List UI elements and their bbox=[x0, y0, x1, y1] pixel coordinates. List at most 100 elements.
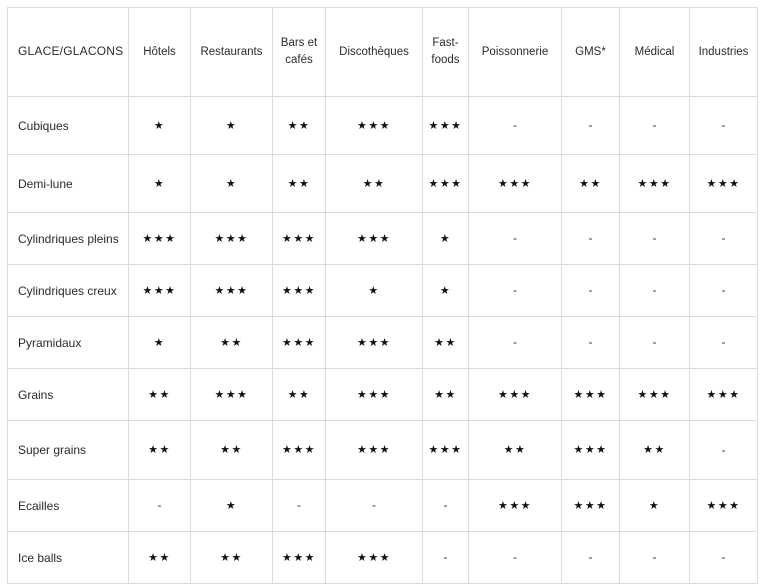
rating-cell: ★★★ bbox=[619, 154, 690, 213]
star-rating: ★★★ bbox=[214, 284, 249, 297]
rating-cell: - bbox=[689, 264, 758, 317]
table-row: Pyramidaux ★ ★★ ★★★ ★★★ ★★ - - - - bbox=[7, 316, 758, 369]
no-rating-marker: - bbox=[652, 118, 657, 132]
rating-cell: ★★★ bbox=[325, 96, 423, 155]
rating-cell: - bbox=[468, 212, 562, 265]
star-rating: ★★ bbox=[287, 388, 311, 401]
rating-cell: - bbox=[689, 420, 758, 480]
rating-cell: - bbox=[468, 96, 562, 155]
table-row: Cubiques ★ ★ ★★ ★★★ ★★★ - - - - bbox=[7, 96, 758, 155]
rating-cell: ★ bbox=[190, 479, 273, 532]
star-rating: ★★★ bbox=[428, 177, 463, 190]
star-rating: ★ bbox=[225, 499, 238, 512]
rating-cell: - bbox=[619, 264, 690, 317]
star-rating: ★★ bbox=[148, 444, 171, 456]
rating-cell: ★★ bbox=[272, 368, 326, 421]
rating-cell: ★★★ bbox=[561, 479, 620, 532]
rating-cell: ★★ bbox=[128, 531, 191, 584]
table-row: Ice balls ★★ ★★ ★★★ ★★★ - - - - - bbox=[7, 531, 758, 584]
star-rating: ★★ bbox=[434, 388, 457, 401]
star-rating: ★ bbox=[225, 119, 238, 132]
row-label: Cubiques bbox=[7, 96, 129, 155]
star-rating: ★★★ bbox=[497, 177, 533, 190]
rating-cell: ★★ bbox=[561, 154, 620, 213]
star-rating: ★ bbox=[368, 284, 380, 297]
star-rating: ★★★ bbox=[356, 336, 392, 349]
no-rating-marker: - bbox=[372, 498, 376, 512]
rating-cell: ★★ bbox=[190, 316, 273, 369]
header-col-bars-et-cafes: Bars et cafés bbox=[272, 7, 326, 97]
no-rating-marker: - bbox=[157, 498, 162, 512]
rating-cell: - bbox=[689, 212, 758, 265]
rating-cell: ★★ bbox=[468, 420, 562, 480]
rating-cell: ★ bbox=[190, 96, 273, 155]
no-rating-marker: - bbox=[513, 550, 517, 564]
row-label: Pyramidaux bbox=[7, 316, 129, 369]
star-rating: ★★★ bbox=[281, 284, 317, 297]
star-rating: ★★★ bbox=[428, 444, 463, 456]
rating-cell: - bbox=[619, 316, 690, 369]
star-rating: ★★★ bbox=[142, 284, 177, 297]
star-rating: ★★★ bbox=[356, 444, 392, 456]
no-rating-marker: - bbox=[588, 231, 593, 245]
star-rating: ★★★ bbox=[281, 232, 317, 245]
no-rating-marker: - bbox=[443, 550, 448, 564]
rating-cell: ★★ bbox=[190, 420, 273, 480]
table-row: Ecailles - ★ - - - ★★★ ★★★ ★ ★★★ bbox=[7, 479, 758, 532]
star-rating: ★★★ bbox=[706, 177, 741, 190]
rating-cell: ★★★ bbox=[561, 368, 620, 421]
rating-cell: - bbox=[468, 316, 562, 369]
no-rating-marker: - bbox=[588, 335, 593, 349]
star-rating: ★★★ bbox=[497, 388, 533, 401]
star-rating: ★★★ bbox=[142, 232, 177, 245]
no-rating-marker: - bbox=[588, 118, 593, 132]
rating-cell: - bbox=[422, 531, 469, 584]
no-rating-marker: - bbox=[513, 118, 517, 132]
no-rating-marker: - bbox=[513, 231, 517, 245]
rating-cell: ★ bbox=[422, 212, 469, 265]
table-row: Super grains ★★ ★★ ★★★ ★★★ ★★★ ★★ ★★★ ★★ - bbox=[7, 420, 758, 480]
star-rating: ★★ bbox=[220, 444, 243, 456]
star-rating: ★★ bbox=[220, 336, 243, 349]
rating-cell: ★★★ bbox=[422, 420, 469, 480]
rating-cell: ★★ bbox=[128, 368, 191, 421]
star-rating: ★★★ bbox=[356, 388, 392, 401]
no-rating-marker: - bbox=[652, 335, 657, 349]
rating-cell: ★★★ bbox=[325, 420, 423, 480]
star-rating: ★ bbox=[225, 177, 238, 190]
no-rating-marker: - bbox=[513, 335, 517, 349]
rating-cell: ★★★ bbox=[272, 212, 326, 265]
rating-cell: ★★★ bbox=[128, 264, 191, 317]
no-rating-marker: - bbox=[513, 283, 517, 297]
star-rating: ★★ bbox=[148, 388, 171, 401]
rating-cell: ★★★ bbox=[689, 154, 758, 213]
header-col-medical: Médical bbox=[619, 7, 690, 97]
star-rating: ★★ bbox=[643, 444, 666, 456]
rating-cell: ★★ bbox=[190, 531, 273, 584]
rating-cell: ★★★ bbox=[128, 212, 191, 265]
rating-cell: ★★ bbox=[325, 154, 423, 213]
rating-cell: ★★★ bbox=[689, 368, 758, 421]
rating-cell: ★★★ bbox=[468, 479, 562, 532]
rating-cell: ★★ bbox=[272, 154, 326, 213]
rating-cell: ★★★ bbox=[190, 212, 273, 265]
rating-cell: - bbox=[689, 531, 758, 584]
rating-cell: ★★★ bbox=[422, 154, 469, 213]
star-rating: ★ bbox=[153, 177, 166, 190]
rating-cell: ★ bbox=[422, 264, 469, 317]
star-rating: ★★★ bbox=[356, 551, 392, 564]
star-rating: ★ bbox=[439, 284, 452, 297]
star-rating: ★ bbox=[153, 119, 166, 132]
star-rating: ★★★ bbox=[356, 119, 392, 132]
rating-cell: ★ bbox=[128, 96, 191, 155]
rating-cell: ★★★ bbox=[689, 479, 758, 532]
table-body: Cubiques ★ ★ ★★ ★★★ ★★★ - - - - Demi-lune ★ ★ ★★ ★★ ★★★… bbox=[7, 96, 758, 584]
header-corner-glace-glacons: GLACE/GLACONS bbox=[7, 7, 129, 97]
star-rating: ★★★ bbox=[573, 388, 608, 401]
rating-cell: ★★★ bbox=[272, 264, 326, 317]
rating-cell: ★★★ bbox=[272, 316, 326, 369]
rating-cell: - bbox=[561, 531, 620, 584]
rating-cell: - bbox=[128, 479, 191, 532]
no-rating-marker: - bbox=[652, 231, 657, 245]
star-rating: ★★★ bbox=[706, 499, 741, 512]
